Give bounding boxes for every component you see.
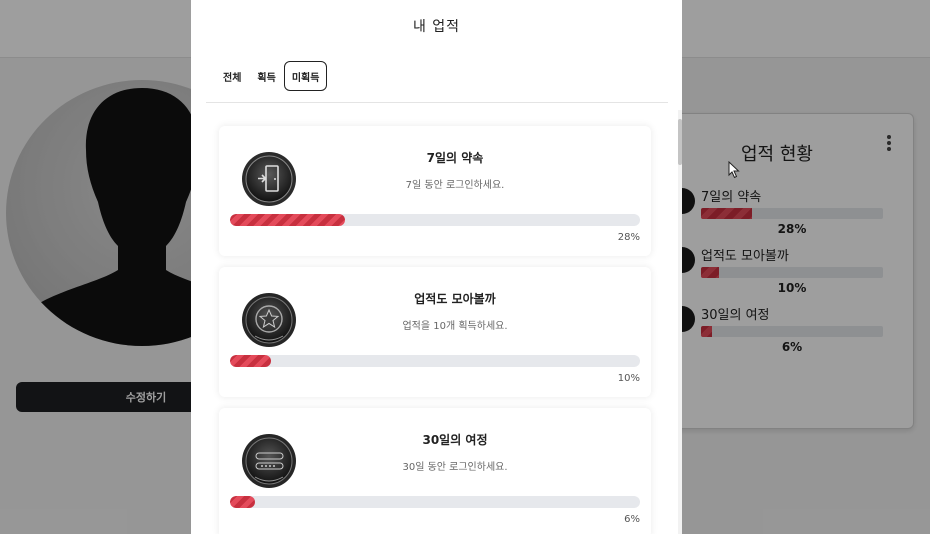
achievement-progress-track (230, 214, 640, 226)
achievement-tabs: 전체 획득 미획득 (215, 61, 328, 91)
achievement-progress-fill (230, 214, 345, 226)
achievement-percent: 28% (617, 232, 640, 243)
achievement-progress-fill (230, 496, 255, 508)
achievement-description: 업적을 10개 획득하세요. (402, 321, 508, 332)
achievement-title: 업적도 모아볼까 (414, 292, 496, 306)
achievement-progress-track (230, 496, 640, 508)
modal-scrollbar-thumb[interactable] (678, 119, 682, 165)
door-exit-badge-icon (242, 152, 296, 206)
modal-title: 내 업적 (412, 19, 461, 35)
achievement-card[interactable]: 30일의 여정 30일 동안 로그인하세요. 6% (219, 408, 651, 534)
achievement-title: 30일의 여정 (422, 433, 488, 447)
achievement-description: 7일 동안 로그인하세요. (405, 180, 505, 191)
achievements-modal: 내 업적 전체 획득 미획득 7일의 약속 7일 동안 로그인하세요. 28% (191, 0, 682, 534)
achievement-card[interactable]: 업적도 모아볼까 업적을 10개 획득하세요. 10% (219, 267, 651, 397)
tab-not-acquired[interactable]: 미획득 (283, 61, 328, 91)
achievement-progress-fill (230, 355, 271, 367)
achievement-title: 7일의 약속 (426, 151, 484, 165)
star-badge-icon (242, 293, 296, 347)
tab-all[interactable]: 전체 (215, 61, 249, 91)
login-password-badge-icon (242, 434, 296, 488)
achievement-percent: 10% (617, 373, 640, 384)
achievement-progress-track (230, 355, 640, 367)
achievement-percent: 6% (624, 514, 640, 525)
tabs-divider (206, 102, 668, 103)
tab-acquired[interactable]: 획득 (249, 61, 283, 91)
achievement-description: 30일 동안 로그인하세요. (402, 462, 508, 473)
mouse-cursor-icon (728, 161, 740, 179)
achievement-card[interactable]: 7일의 약속 7일 동안 로그인하세요. 28% (219, 126, 651, 256)
modal-scrollbar-track[interactable] (678, 110, 682, 534)
